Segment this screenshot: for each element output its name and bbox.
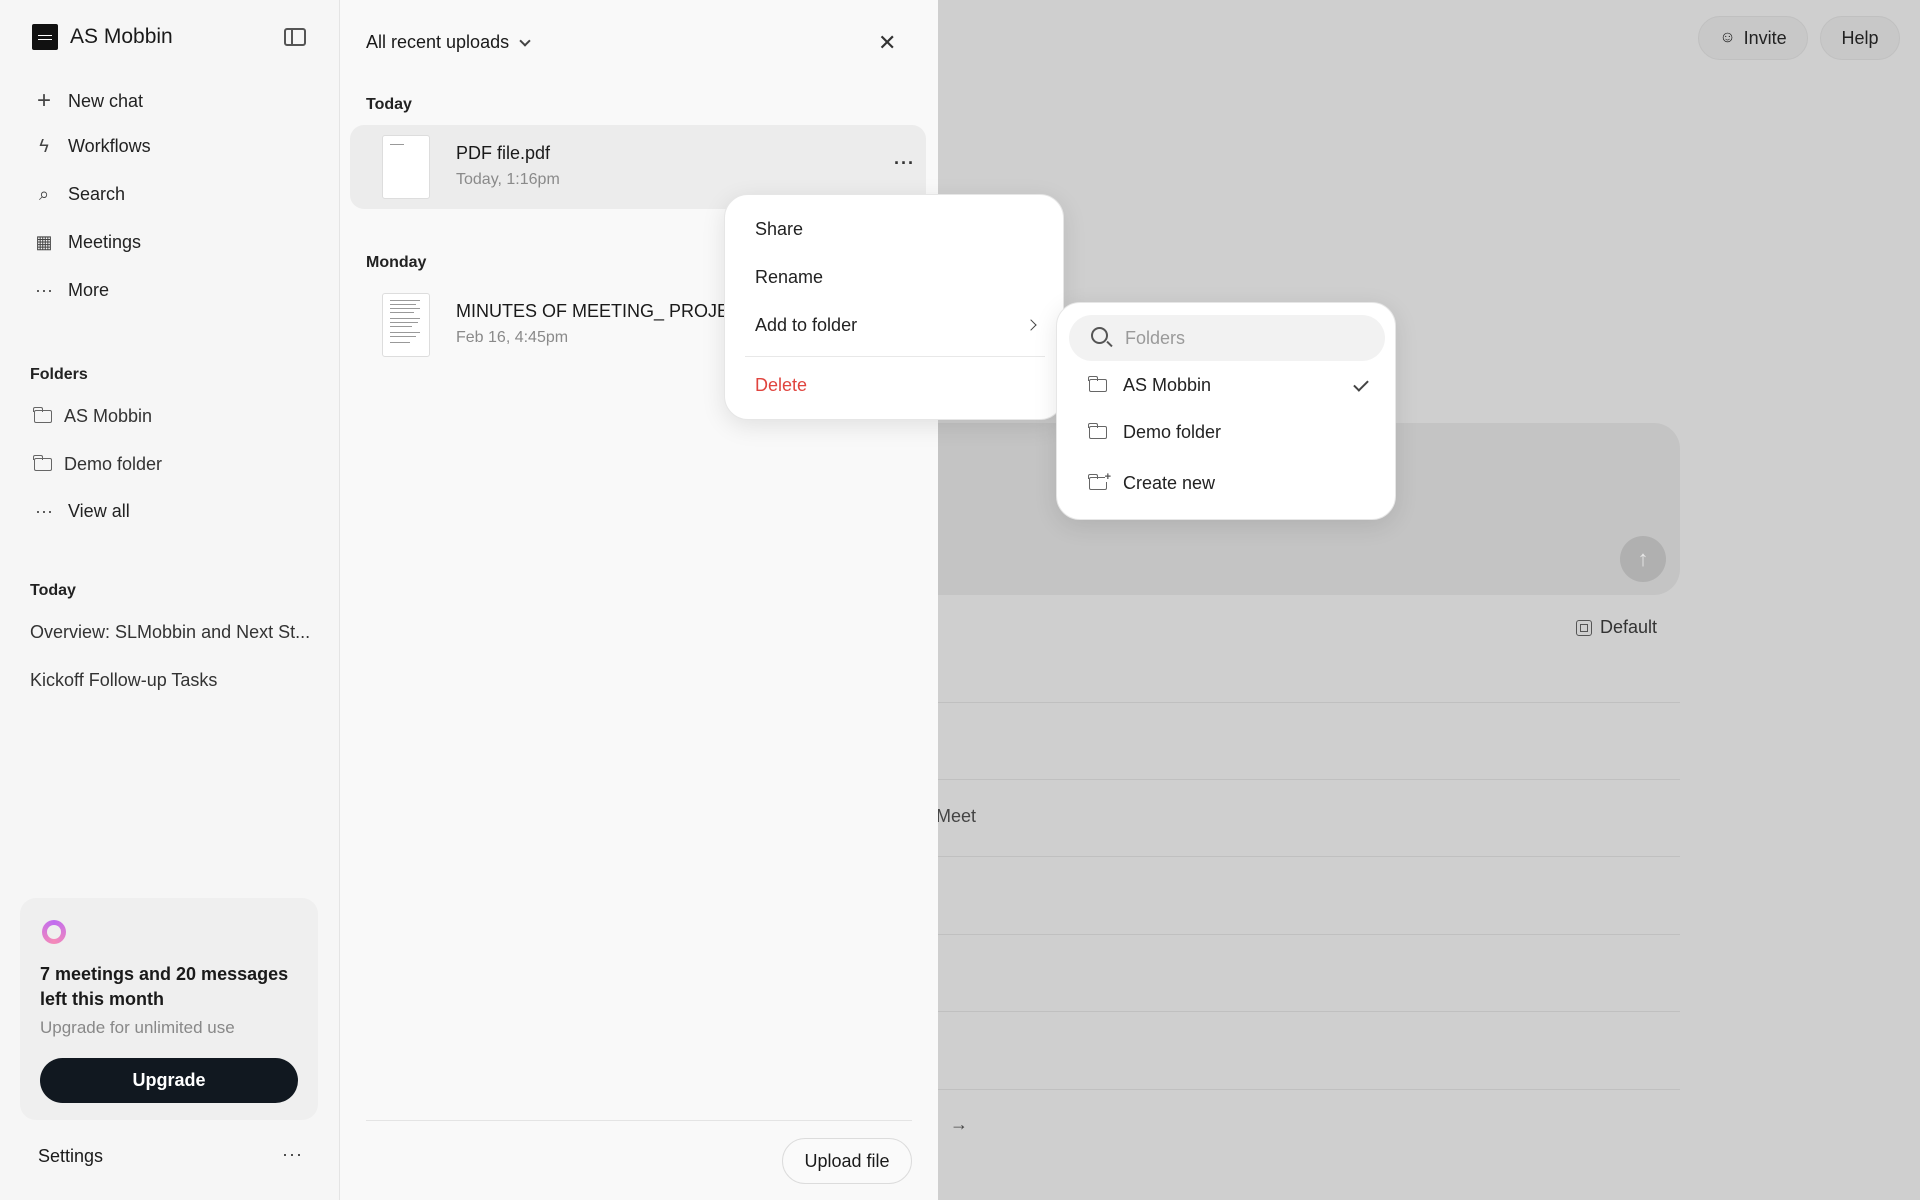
nav-more[interactable]: ··· More (34, 280, 109, 301)
bolt-icon: ϟ (39, 136, 49, 156)
background-text: Meet (936, 806, 977, 826)
menu-item-delete[interactable]: Delete (755, 375, 807, 396)
model-selector[interactable]: Default (1576, 617, 1657, 638)
arrow-right-icon[interactable]: → (950, 1114, 968, 1135)
folder-submenu: AS Mobbin Demo folder Create new (1056, 302, 1396, 520)
recent-chat-item[interactable]: Overview: SLMobbin and Next St... (30, 622, 310, 643)
usage-subtitle: Upgrade for unlimited use (40, 1018, 235, 1037)
nav-workflows[interactable]: ϟ Workflows (34, 136, 150, 157)
file-thumbnail (382, 293, 430, 357)
ellipsis-icon: ··· (35, 280, 53, 300)
folder-search[interactable] (1069, 315, 1385, 361)
day-label: Monday (366, 254, 427, 271)
ellipsis-icon: ··· (35, 501, 53, 521)
folder-icon (1088, 376, 1107, 392)
menu-item-add-to-folder[interactable]: Add to folder (755, 315, 857, 336)
file-thumbnail (382, 135, 430, 199)
nav-search[interactable]: ⌕ Search (34, 184, 125, 205)
more-options-icon[interactable]: ··· (894, 153, 915, 174)
divider (938, 1011, 1680, 1012)
divider (938, 702, 1680, 703)
close-icon[interactable]: ✕ (878, 30, 896, 56)
divider (938, 1089, 1680, 1090)
usage-ring-icon (42, 920, 66, 944)
folder-search-input[interactable] (1125, 315, 1375, 361)
menu-item-rename[interactable]: Rename (755, 267, 823, 288)
checkmark-icon (1353, 376, 1369, 392)
search-icon (1091, 327, 1108, 344)
invite-button[interactable]: ☺ Invite (1698, 16, 1808, 60)
workspace-logo (32, 24, 58, 50)
upgrade-button[interactable]: Upgrade (40, 1058, 298, 1103)
file-context-menu: Share Rename Add to folder Delete (724, 194, 1064, 420)
sidebar-toggle-icon[interactable] (284, 28, 306, 46)
divider (938, 934, 1680, 935)
folder-icon (33, 407, 52, 423)
create-new-folder[interactable]: Create new (1088, 472, 1215, 494)
submenu-folder-as-mobbin[interactable]: AS Mobbin (1088, 375, 1211, 396)
usage-title: 7 meetings and 20 messages left this mon… (40, 964, 289, 1009)
chip-icon (1576, 619, 1592, 636)
usage-card: 7 meetings and 20 messages left this mon… (20, 898, 318, 1120)
recent-chat-item[interactable]: Kickoff Follow-up Tasks (30, 670, 217, 691)
send-button[interactable]: ↑ (1620, 536, 1666, 582)
uploads-filter-dropdown[interactable]: All recent uploads (366, 32, 531, 53)
submenu-folder-demo[interactable]: Demo folder (1088, 422, 1221, 443)
folder-plus-icon (1088, 472, 1111, 490)
divider (938, 856, 1680, 857)
nav-meetings[interactable]: ▦ Meetings (34, 232, 141, 253)
arrow-up-icon: ↑ (1637, 546, 1649, 571)
divider (938, 779, 1680, 780)
search-icon: ⌕ (38, 184, 50, 204)
file-date: Today, 1:16pm (456, 171, 560, 188)
plus-icon: + (36, 87, 51, 114)
recent-heading: Today (30, 582, 76, 599)
calendar-icon: ▦ (35, 232, 53, 252)
chevron-down-icon (519, 34, 531, 47)
sidebar-folder-as-mobbin[interactable]: AS Mobbin (33, 406, 152, 427)
settings-link[interactable]: Settings (38, 1146, 103, 1167)
day-label: Today (366, 96, 412, 113)
uploads-panel: All recent uploads ✕ Today PDF file.pdf … (340, 0, 938, 1200)
sidebar: AS Mobbin + New chat ϟ Workflows ⌕ Searc… (0, 0, 340, 1200)
invite-icon: ☺ (1719, 29, 1736, 46)
folder-icon (1088, 423, 1107, 439)
divider (366, 1120, 912, 1121)
settings-more-icon[interactable]: ··· (282, 1144, 303, 1165)
upload-file-button[interactable]: Upload file (782, 1138, 912, 1184)
help-button[interactable]: Help (1820, 16, 1900, 60)
chevron-right-icon (1025, 319, 1037, 331)
divider (745, 356, 1045, 357)
nav-new-chat[interactable]: + New chat (34, 87, 143, 115)
menu-item-share[interactable]: Share (755, 219, 803, 240)
file-name: PDF file.pdf (456, 143, 551, 163)
view-all-folders[interactable]: ··· View all (34, 501, 130, 522)
folder-icon (33, 455, 52, 471)
workspace-switcher[interactable]: AS Mobbin (32, 24, 173, 50)
workspace-name: AS Mobbin (70, 25, 173, 48)
file-name: MINUTES OF MEETING_ PROJECT (456, 301, 754, 321)
file-date: Feb 16, 4:45pm (456, 329, 569, 346)
folders-heading: Folders (30, 366, 88, 383)
sidebar-folder-demo[interactable]: Demo folder (33, 454, 162, 475)
